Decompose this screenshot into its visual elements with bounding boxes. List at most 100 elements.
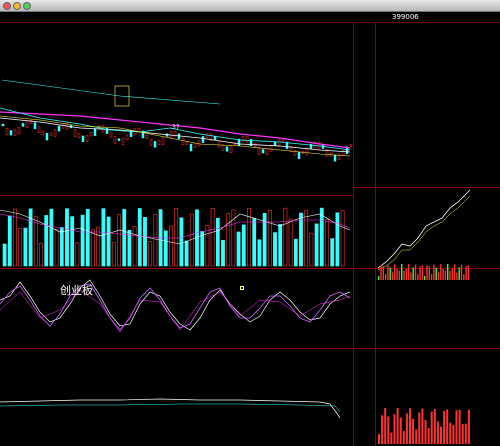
mini-volume-bar [456, 272, 458, 280]
right-bottom-bar [427, 427, 430, 444]
price-candle [161, 137, 165, 145]
price-candle [145, 134, 149, 140]
volume-bar [169, 225, 173, 267]
volume-bar [314, 223, 319, 267]
price-candle [53, 129, 57, 137]
right-bottom-bar [418, 412, 421, 444]
chart-canvas [0, 79, 471, 444]
price-candle [269, 145, 273, 152]
price-candle [49, 132, 53, 136]
price-candle [13, 129, 17, 136]
volume-bar [304, 210, 309, 267]
volume-bar [319, 207, 324, 267]
volume-bar [221, 240, 225, 267]
price-candle [81, 135, 85, 143]
volume-bar [33, 215, 38, 267]
price-candle [149, 139, 153, 146]
volume-bar [111, 241, 116, 267]
price-candle [37, 126, 41, 133]
price-candle [273, 141, 277, 147]
price-candle [5, 127, 9, 136]
right-bottom-bar [393, 414, 396, 444]
mini-volume-bar [396, 268, 398, 280]
right-bottom-bar [390, 432, 393, 444]
volume-bar [143, 217, 147, 267]
mini-volume-bar [378, 276, 380, 280]
mini-volume-bar [398, 270, 401, 280]
price-candle [113, 136, 117, 144]
volume-bar [59, 227, 64, 267]
right-bottom-bar [409, 408, 411, 444]
marker-value: 37 [172, 124, 180, 131]
mini-volume-bar [440, 264, 442, 280]
right-bottom-bar [467, 409, 470, 444]
price-candle [25, 120, 29, 128]
volume-bar [127, 229, 132, 267]
right-bottom-bar [399, 417, 402, 444]
price-candle [245, 136, 249, 143]
mini-volume-bar [387, 264, 389, 280]
volume-bar [148, 241, 153, 267]
price-candle [337, 153, 341, 160]
price-candle [157, 140, 161, 146]
right-bottom-bar [436, 421, 439, 444]
mini-volume-bar [442, 269, 444, 280]
volume-bar [132, 226, 137, 267]
price-candle [169, 130, 173, 139]
volume-bar [184, 240, 189, 267]
price-candle [205, 133, 209, 138]
mini-volume-bar [453, 264, 456, 280]
volume-bar [85, 208, 90, 267]
volume-bar [2, 243, 7, 267]
volume-bar [278, 224, 283, 267]
bottom-line-cyan [0, 403, 341, 413]
volume-bar [49, 208, 54, 267]
price-candle [57, 125, 61, 132]
right-bottom-bar [446, 409, 449, 444]
oscillator-magenta [0, 289, 351, 333]
right-bottom-bar [396, 408, 399, 444]
right-bottom-bar [405, 413, 408, 444]
price-candle [125, 134, 129, 140]
right-bottom-bar [421, 408, 424, 444]
price-candle [121, 137, 125, 146]
price-candle [117, 138, 121, 141]
price-candle [77, 133, 81, 139]
price-candle [45, 132, 49, 141]
volume-bar [241, 224, 246, 267]
price-candle [229, 145, 233, 154]
volume-bar [122, 209, 127, 267]
volume-bar [23, 227, 28, 267]
right-bottom-bar [412, 418, 415, 444]
right-bottom-bar [455, 410, 458, 444]
volume-bar [137, 208, 142, 267]
right-bottom-bar [415, 429, 418, 444]
right-bottom-bar [440, 426, 442, 444]
right-bottom-bar [461, 424, 464, 444]
mini-volume-bar [435, 267, 437, 280]
mini-volume-bar [465, 266, 467, 280]
mini-volume-bar [391, 272, 394, 280]
volume-bar [215, 217, 220, 267]
price-candle [189, 143, 193, 152]
mini-volume-bar [417, 274, 419, 280]
right-bottom-bar [449, 422, 452, 444]
volume-bar [80, 214, 85, 267]
volume-bar [179, 217, 184, 267]
volume-bar [163, 230, 168, 267]
volume-bar [106, 216, 111, 267]
price-candle [197, 139, 201, 147]
volume-bar [96, 226, 101, 267]
mini-volume-bar [444, 270, 447, 280]
volume-bar [257, 239, 262, 267]
price-candle [9, 130, 13, 136]
oscillator-note [240, 286, 244, 290]
mini-volume-bar [433, 264, 435, 280]
volume-bar [273, 232, 277, 267]
price-candle [221, 144, 225, 151]
volume-bar [205, 225, 210, 267]
mini-volume-bar [437, 272, 440, 280]
right-bottom-bars [378, 408, 470, 444]
volume-bar [7, 215, 12, 267]
price-candle [293, 150, 297, 156]
